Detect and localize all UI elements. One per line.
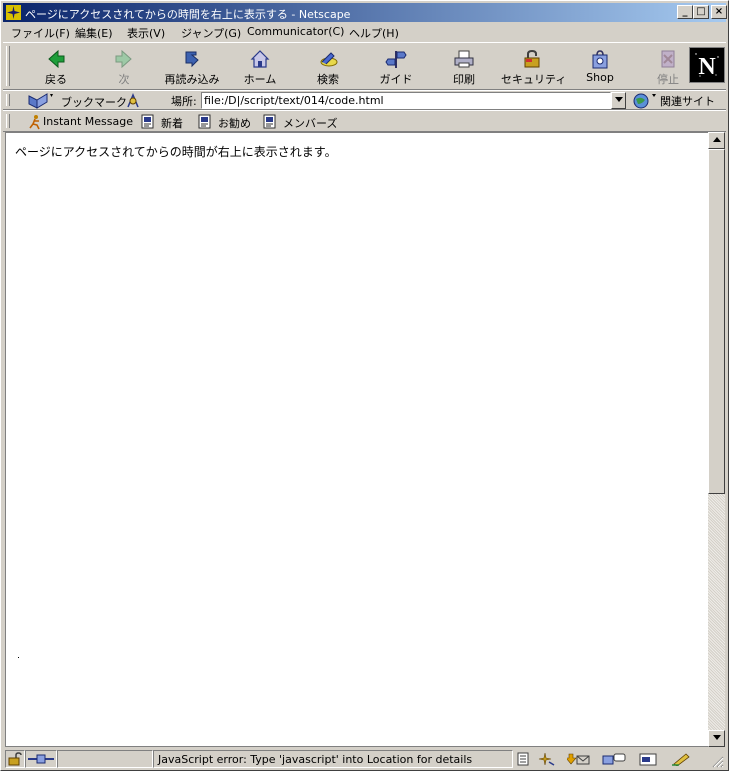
discussion-groups-icon[interactable] [601,752,627,766]
new-label: 新着 [161,117,183,130]
netscape-logo[interactable]: N [689,47,725,83]
resize-grip-icon[interactable] [711,755,724,768]
recommended-button[interactable]: お勧め [198,114,258,131]
print-label: 印刷 [453,73,475,86]
padlock-icon [524,49,540,68]
pen-edit-icon[interactable] [671,752,691,766]
guide-button[interactable]: ガイド [365,45,427,87]
print-button[interactable]: 印刷 [433,45,495,87]
forward-arrow-icon [115,49,132,69]
scrollbar-thumb[interactable] [708,149,725,494]
related-sites-button[interactable]: 関連サイト [630,91,724,110]
composer-icon[interactable] [639,752,657,766]
toolbar-grip[interactable] [6,46,10,86]
vertical-scrollbar[interactable] [708,132,725,747]
reload-label: 再読み込み [164,73,220,86]
menu-communicator[interactable]: Communicator(C) [247,25,344,38]
title-bar[interactable]: ページにアクセスされてからの時間を右上に表示する - Netscape _ □ … [3,3,727,22]
forward-button[interactable]: 次 [93,45,155,87]
status-bar: JavaScript error: Type 'javascript' into… [3,749,726,769]
menu-go[interactable]: ジャンプ(G) [181,25,241,41]
instant-message-label: Instant Message [43,115,133,128]
navigator-icon[interactable] [535,752,555,766]
location-label: 場所: [171,95,197,108]
home-label: ホーム [243,73,277,86]
search-label: 検索 [317,73,339,86]
close-button[interactable]: × [711,5,727,19]
netscape-logo-letter: N [698,54,716,80]
progress-cell [57,750,153,768]
status-message: JavaScript error: Type 'javascript' into… [158,753,473,766]
home-button[interactable]: ホーム [229,45,291,87]
location-dropdown-button[interactable] [611,92,626,109]
chevron-down-icon [712,735,721,740]
scroll-down-button[interactable] [708,730,725,747]
shopping-bag-icon [592,50,608,69]
guide-signpost-icon [385,51,407,68]
maximize-button[interactable]: □ [693,5,709,19]
search-icon [320,52,338,67]
security-label: セキュリティ [501,73,567,86]
back-arrow-icon [48,49,65,69]
bookmarks-label: ブックマーク [61,96,127,109]
mailbox-icon[interactable] [567,752,591,766]
scroll-up-button[interactable] [708,132,725,149]
members-label: メンバーズ [283,117,338,130]
menu-view[interactable]: 表示(V) [127,25,165,41]
minimize-button[interactable]: _ [677,5,693,19]
members-button[interactable]: メンバーズ [263,114,338,131]
reload-button[interactable]: 再読み込み [161,45,223,87]
globe-icon [633,93,656,109]
back-button[interactable]: 戻る [25,45,87,87]
guide-label: ガイド [379,73,413,86]
personal-toolbar: Instant Message 新着 お勧め メンバーズ [3,110,726,132]
page-dot [18,657,19,658]
bookmark-page-icon [263,114,276,129]
window-title: ページにアクセスされてからの時間を右上に表示する - Netscape [25,8,351,21]
location-input[interactable]: file:/D|/script/text/014/code.html [201,92,611,109]
chevron-up-icon [712,137,721,142]
related-sites-label: 関連サイト [660,95,715,108]
page-content: ページにアクセスされてからの時間が右上に表示されます。 [5,132,708,747]
bookmarks-icon [28,93,53,109]
menu-file[interactable]: ファイル(F) [11,25,70,41]
chevron-down-icon [614,97,623,102]
instant-message-button[interactable]: Instant Message [27,114,133,131]
stop-icon [661,50,675,68]
recommended-label: お勧め [218,117,251,130]
netscape-n-icon: N [695,53,719,80]
shop-button[interactable]: Shop [569,45,631,87]
back-label: 戻る [45,73,67,86]
reload-icon [185,51,199,68]
security-button[interactable]: セキュリティ [501,45,567,87]
menu-bar: ファイル(F) 編集(E) 表示(V) ジャンプ(G) Communicator… [3,23,726,41]
new-button[interactable]: 新着 [141,114,191,131]
home-icon [250,50,270,68]
bookmark-page-icon [141,114,154,129]
unlocked-padlock-icon [8,752,22,766]
navigation-toolbar: 戻る 次 再読み込み ホーム 検索 ガイド 印刷 セキュリティ Shop 停止 … [3,42,726,90]
forward-label: 次 [118,73,130,86]
toolbar-grip[interactable] [6,114,10,128]
location-toolbar: ブックマーク 場所: file:/D|/script/text/014/code… [3,90,726,110]
running-person-icon [29,115,40,130]
browser-window: ページにアクセスされてからの時間を右上に表示する - Netscape _ □ … [0,0,729,771]
search-button[interactable]: 検索 [297,45,359,87]
page-proxy-icon[interactable] [125,92,141,109]
printer-icon [454,50,474,68]
toolbar-grip[interactable] [6,94,10,106]
connection-plug-icon [28,754,54,764]
security-status-cell[interactable] [5,750,25,768]
document-lines-icon[interactable] [517,752,529,766]
menu-edit[interactable]: 編集(E) [75,25,113,41]
shop-label: Shop [586,71,614,84]
page-text: ページにアクセスされてからの時間が右上に表示されます。 [15,145,337,159]
netscape-app-icon [6,5,21,20]
connection-status-cell [25,750,57,768]
bookmark-page-icon [198,114,211,129]
menu-help[interactable]: ヘルプ(H) [349,25,399,41]
